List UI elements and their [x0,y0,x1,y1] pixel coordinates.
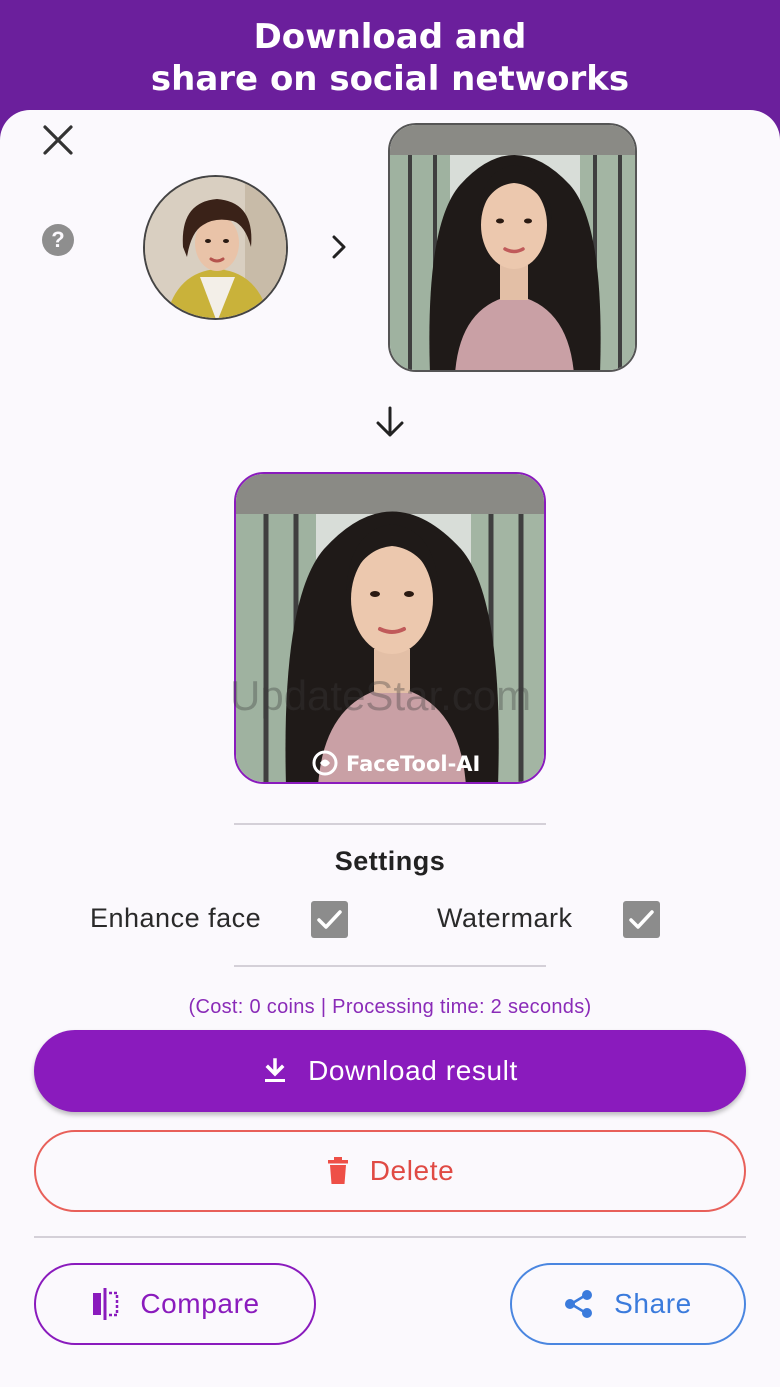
download-result-button[interactable]: Download result [34,1030,746,1112]
face-portrait [145,177,286,318]
share-label: Share [614,1288,692,1319]
compare-label: Compare [140,1288,260,1319]
delete-button[interactable]: Delete [34,1130,746,1212]
result-portrait: FaceTool-AI [236,474,544,782]
download-icon [265,1058,286,1082]
share-button[interactable]: Share [510,1263,746,1345]
cost-info: (Cost: 0 coins | Processing time: 2 seco… [188,996,592,1018]
delete-label: Delete [369,1155,455,1186]
enhance-face-label: Enhance face [90,903,262,933]
compare-button[interactable]: Compare [34,1263,316,1345]
actions-divider [34,1236,746,1238]
download-result-label: Download result [308,1055,518,1086]
checkmark-icon [317,910,342,929]
close-button[interactable] [38,120,78,160]
arrow-down-icon [372,404,408,440]
watermark-label: Watermark [437,903,573,933]
settings-title: Settings [334,846,446,876]
chevron-right-icon [325,233,353,261]
watermark-checkbox[interactable] [623,901,660,938]
facetool-badge: FaceTool-AI [346,752,480,776]
settings-top-divider [234,823,546,825]
settings-bottom-divider [234,965,546,967]
enhance-face-checkbox[interactable] [311,901,348,938]
result-image[interactable]: FaceTool-AI [234,472,546,784]
share-icon [565,1290,593,1318]
banner-title: Download and share on social networks [150,17,630,99]
source-face-image[interactable] [143,175,288,320]
overlay-watermark: UpdateStar.com [230,672,532,719]
target-portrait [390,125,635,370]
help-icon[interactable]: ? [42,224,74,256]
close-icon [43,125,73,155]
compare-icon [93,1288,119,1320]
checkmark-icon [629,910,654,929]
trash-icon [327,1157,348,1184]
target-image[interactable] [388,123,637,372]
